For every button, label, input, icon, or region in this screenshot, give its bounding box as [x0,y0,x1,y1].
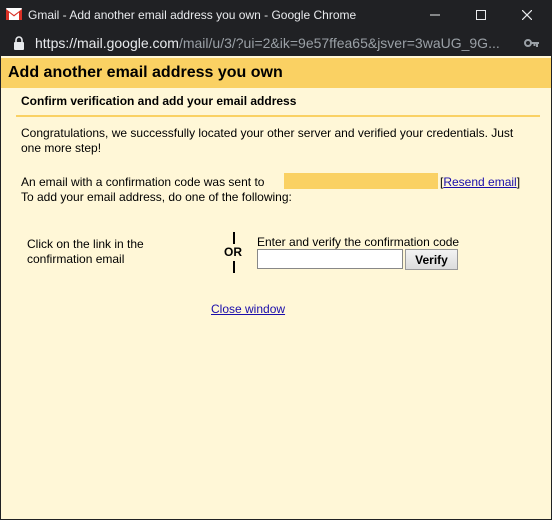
dialog-title: Add another email address you own [8,64,283,81]
instructions-text: To add your email address, do one of the… [21,190,292,204]
url-host: https://mail.google.com [35,35,179,51]
or-divider-top [233,232,235,244]
gmail-icon [6,8,22,20]
or-label: OR [224,245,242,259]
click-link-option-text: Click on the link in the confirmation em… [27,237,144,266]
or-divider-bottom [233,261,235,273]
url-text[interactable]: https://mail.google.com/mail/u/3/?ui=2&i… [35,35,515,51]
close-window-button[interactable] [504,0,550,30]
close-window-link[interactable]: Close window [211,302,285,316]
dialog-header: Add another email address you own [1,58,551,88]
close-icon [522,10,532,20]
verify-button[interactable]: Verify [405,249,458,270]
minimize-button[interactable] [412,0,458,30]
redacted-email-address [284,173,438,189]
key-icon[interactable] [524,37,540,49]
resend-close-bracket: ] [516,175,521,189]
dialog-content: Add another email address you own Confir… [1,56,551,519]
dialog-body: Confirm verification and add your email … [10,88,541,519]
resend-email-link[interactable]: Resend email [443,175,516,189]
code-field-label: Enter and verify the confirmation code [257,235,460,249]
minimize-icon [430,14,440,16]
congrats-message: Congratulations, we successfully located… [21,126,514,155]
section-heading: Confirm verification and add your email … [21,94,297,108]
confirmation-sent-text: An email with a confirmation code was se… [21,175,265,189]
maximize-icon [476,10,486,20]
url-path: /mail/u/3/?ui=2&ik=9e57ffea65&jsver=3waU… [178,35,500,51]
lock-icon [14,36,24,50]
maximize-button[interactable] [458,0,504,30]
window-title: Gmail - Add another email address you ow… [28,8,357,22]
address-bar[interactable]: https://mail.google.com/mail/u/3/?ui=2&i… [0,30,552,56]
resend-email-wrapper: [Resend email] [440,175,520,189]
confirmation-code-input[interactable] [257,249,403,269]
section-divider [16,115,540,117]
window-titlebar: Gmail - Add another email address you ow… [0,0,552,30]
